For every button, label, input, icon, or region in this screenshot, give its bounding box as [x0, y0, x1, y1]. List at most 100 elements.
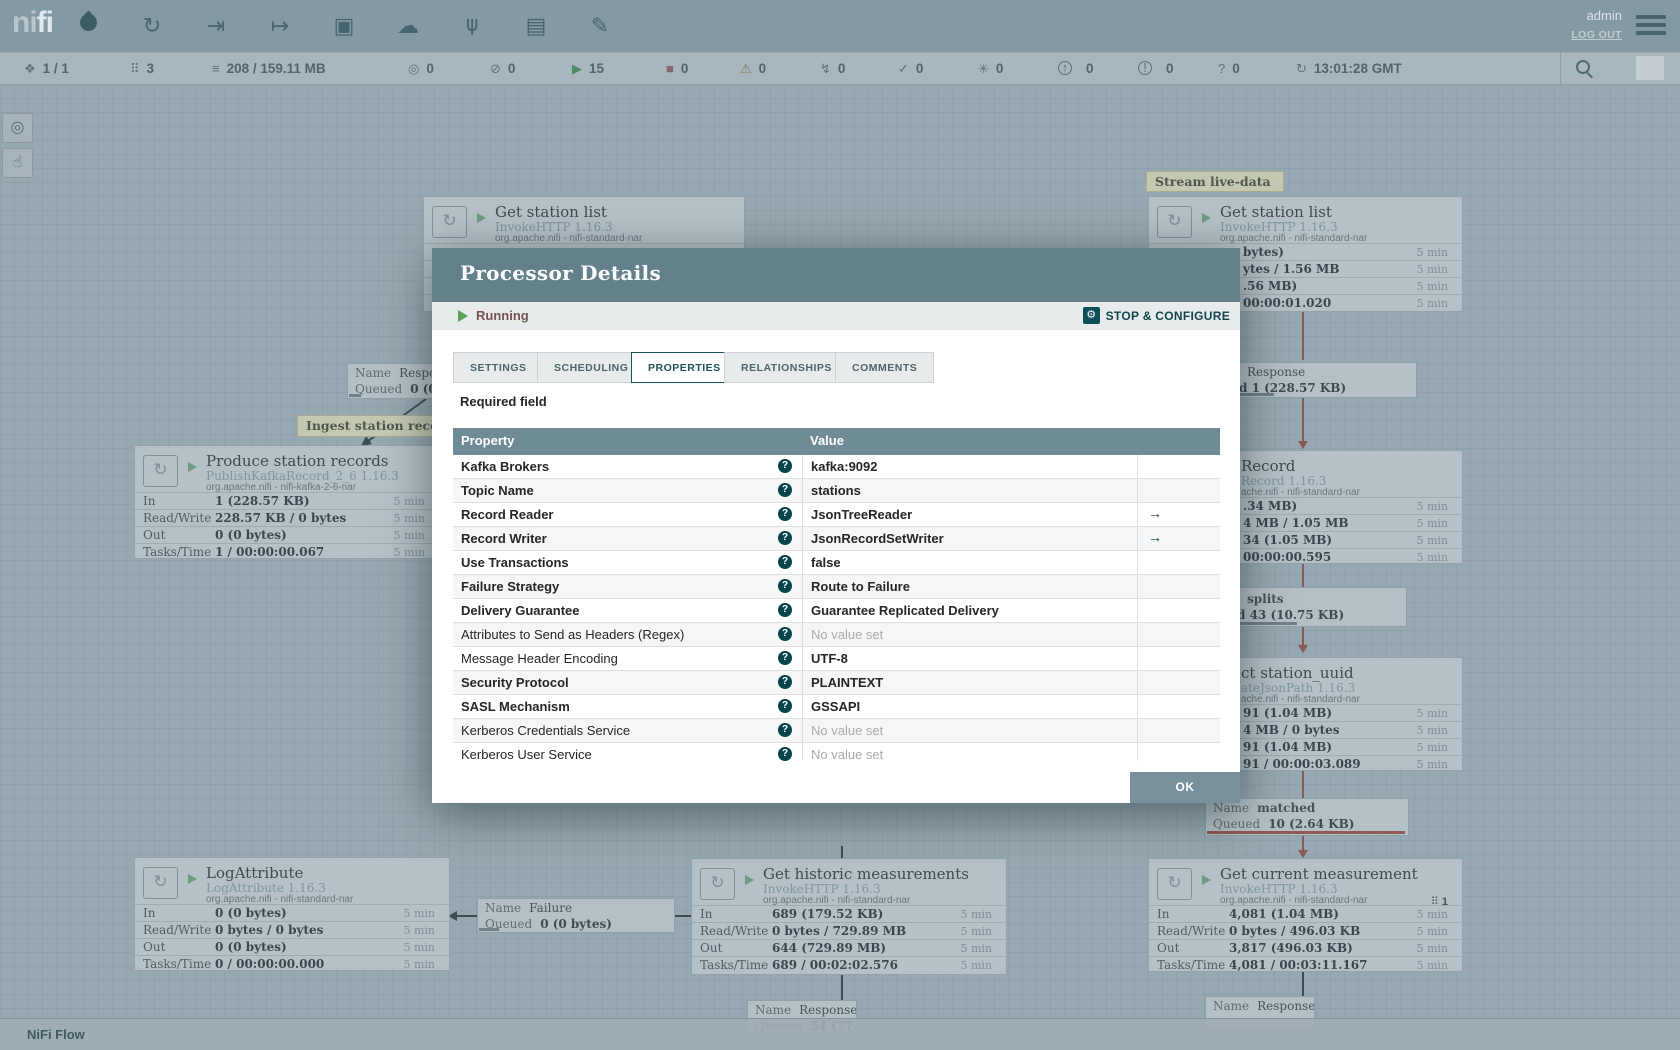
property-row-delivery-guarantee[interactable]: Delivery Guarantee? Guarantee Replicated…: [453, 599, 1220, 623]
property-row-topic-name[interactable]: Topic Name? stations: [453, 479, 1220, 503]
help-icon[interactable]: ?: [778, 675, 792, 689]
label-icon[interactable]: ✎: [580, 9, 620, 43]
help-icon[interactable]: ?: [778, 651, 792, 665]
column-value: Value: [810, 433, 844, 448]
connection-line: [1302, 771, 1304, 798]
help-icon[interactable]: ?: [778, 555, 792, 569]
stop-and-configure-button[interactable]: ⚙ STOP & CONFIGURE: [1082, 307, 1230, 325]
stopped-icon: ■: [666, 61, 674, 76]
nifi-app: nifi ↻ ⇥ ↦ ▣ ☁ ⋔ ▤ ✎ admin LOG OUT ❖ 1 / …: [0, 0, 1680, 1050]
help-icon[interactable]: ?: [778, 483, 792, 497]
canvas-label-ingest-station-records[interactable]: Ingest station records: [297, 415, 461, 437]
running-icon: [188, 874, 197, 884]
processor-icon: ↻: [143, 455, 178, 487]
connection-arrowhead: [1298, 441, 1308, 449]
help-icon[interactable]: ?: [778, 699, 792, 713]
refresh-icon[interactable]: ↻: [1296, 61, 1307, 76]
column-property: Property: [461, 433, 515, 448]
invalid-icon: ⚠: [740, 61, 752, 76]
help-icon[interactable]: ?: [778, 747, 792, 761]
help-icon[interactable]: ?: [778, 627, 792, 641]
breadcrumb[interactable]: NiFi Flow: [27, 1027, 85, 1042]
property-row-use-transactions[interactable]: Use Transactions? false: [453, 551, 1220, 575]
tab-scheduling[interactable]: SCHEDULING: [537, 352, 646, 383]
canvas-label-stream-live-data[interactable]: Stream live-data: [1146, 171, 1284, 192]
input-port-icon[interactable]: ⇥: [196, 9, 236, 43]
status-bar-divider: [1560, 52, 1561, 84]
up-to-date-icon: ✓: [898, 61, 909, 76]
logout-link[interactable]: LOG OUT: [1571, 29, 1622, 41]
ok-button[interactable]: OK: [1130, 772, 1240, 803]
hand-select-button[interactable]: ☝: [2, 148, 33, 178]
running-icon: [1202, 213, 1211, 223]
connection-line: [675, 915, 692, 917]
processor-logattribute[interactable]: ↻ LogAttribute LogAttribute 1.16.3 org.a…: [134, 857, 450, 971]
process-group-icon[interactable]: ▣: [324, 9, 364, 43]
processor-icon: ↻: [1157, 868, 1192, 900]
help-icon[interactable]: ?: [778, 579, 792, 593]
connection-label-response[interactable]: NameResponse Queued0 (0 bytes: [347, 363, 445, 399]
connection-line: [1302, 312, 1304, 360]
queued-icon: ≡: [212, 61, 220, 76]
connection-label-response-right[interactable]: Response d 1 (228.57 KB): [1210, 362, 1417, 398]
processor-icon: ↻: [700, 868, 735, 900]
processor-get-current-measurement[interactable]: ↻ Get current measurement InvokeHTTP 1.1…: [1148, 858, 1463, 972]
locally-modified-icon: ✳: [978, 61, 989, 76]
table-header: Property Value: [453, 428, 1220, 455]
last-refresh-time[interactable]: ↻ 13:01:28 GMT: [1296, 53, 1402, 85]
template-icon[interactable]: ▤: [516, 9, 556, 43]
property-row-kafka-brokers[interactable]: Kafka Brokers? kafka:9092: [453, 455, 1220, 479]
not-transmitting-icon: ⊘: [490, 61, 501, 76]
disabled-icon: ↯: [820, 61, 831, 76]
processor-produce-station-records[interactable]: ↻ Produce station records PublishKafkaRe…: [134, 445, 440, 559]
connection-line: [1302, 564, 1304, 587]
property-row-message-header-encoding[interactable]: Message Header Encoding? UTF-8: [453, 647, 1220, 671]
modified-stale-icon: !: [1138, 61, 1152, 75]
connection-label-failure[interactable]: Name Failure Queued 0 (0 bytes): [477, 898, 675, 933]
help-icon[interactable]: ?: [778, 603, 792, 617]
go-to-service-icon[interactable]: →: [1148, 529, 1162, 545]
transmitting-icon: ◎: [408, 61, 420, 76]
connection-arrowhead: [1298, 645, 1308, 653]
property-row-record-writer[interactable]: Record Writer? JsonRecordSetWriter →: [453, 527, 1220, 551]
navigate-compass-button[interactable]: ◎: [2, 113, 33, 143]
property-row-sasl-mechanism[interactable]: SASL Mechanism? GSSAPI: [453, 695, 1220, 719]
tab-properties[interactable]: PROPERTIES: [631, 352, 738, 383]
output-port-icon[interactable]: ↦: [260, 9, 300, 43]
connection-line: [457, 915, 477, 917]
running-icon: [1202, 875, 1211, 885]
property-row-failure-strategy[interactable]: Failure Strategy? Route to Failure: [453, 575, 1220, 599]
remote-process-group-icon[interactable]: ☁: [388, 9, 428, 43]
connection-line: [841, 846, 843, 858]
property-row-security-protocol[interactable]: Security Protocol? PLAINTEXT: [453, 671, 1220, 695]
property-row-record-reader[interactable]: Record Reader? JsonTreeReader →: [453, 503, 1220, 527]
queued-count: 208 / 159.11 MB: [226, 61, 326, 76]
help-icon[interactable]: ?: [778, 723, 792, 737]
property-row-kerberos-credentials-service[interactable]: Kerberos Credentials Service? No value s…: [453, 719, 1220, 743]
processor-icon[interactable]: ↻: [132, 9, 172, 43]
processor-get-historic-measurements[interactable]: ↻ Get historic measurements InvokeHTTP 1…: [691, 858, 1007, 975]
running-icon: [477, 213, 486, 223]
tab-settings[interactable]: SETTINGS: [453, 352, 544, 383]
funnel-icon[interactable]: ⋔: [452, 9, 492, 43]
stale-icon: ↑: [1058, 61, 1072, 75]
help-icon[interactable]: ?: [778, 459, 792, 473]
search-icon[interactable]: [1576, 60, 1590, 74]
tab-comments[interactable]: COMMENTS: [835, 352, 935, 383]
property-row-attributes-headers-regex[interactable]: Attributes to Send as Headers (Regex)? N…: [453, 623, 1220, 647]
connection-line: [1302, 627, 1304, 647]
tab-relationships[interactable]: RELATIONSHIPS: [724, 352, 849, 383]
global-menu-icon[interactable]: [1636, 15, 1666, 35]
running-icon: ▶: [572, 61, 582, 76]
settings-button[interactable]: [1636, 56, 1664, 80]
nifi-logo: nifi: [12, 6, 54, 39]
processor-icon: ↻: [143, 867, 178, 899]
help-icon[interactable]: ?: [778, 507, 792, 521]
thread-count: 3: [146, 61, 155, 76]
connection-label-matched[interactable]: Name matched Queued 10 (2.64 KB): [1205, 798, 1409, 836]
help-icon[interactable]: ?: [778, 531, 792, 545]
property-row-kerberos-user-service[interactable]: Kerberos User Service? No value set: [453, 743, 1220, 761]
processor-icon: ↻: [432, 206, 467, 238]
go-to-service-icon[interactable]: →: [1148, 505, 1162, 521]
connection-arrowhead: [1298, 850, 1308, 858]
